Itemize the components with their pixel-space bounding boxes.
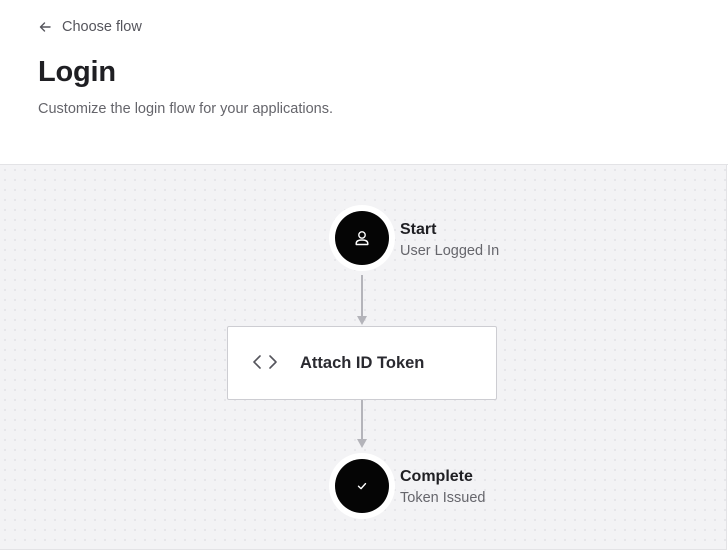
connector-start-to-action [361,275,363,317]
start-node[interactable] [329,205,395,271]
complete-node-circle[interactable] [335,459,389,513]
page-title: Login [38,56,116,88]
complete-node[interactable] [329,453,395,519]
complete-node-subtitle: Token Issued [400,490,486,506]
action-card-attach-id-token[interactable]: Attach ID Token [227,326,497,400]
action-card-label: Attach ID Token [300,354,425,372]
check-icon [357,482,367,490]
connector-action-to-complete [361,399,363,440]
connector-arrowhead [357,316,367,325]
page-subtitle: Customize the login flow for your applic… [38,101,333,117]
choose-flow-back-link[interactable]: Choose flow [38,17,142,37]
code-icon [253,355,277,369]
complete-node-title: Complete [400,468,473,485]
page-header: Choose flow Login Customize the login fl… [0,0,728,165]
start-node-subtitle: User Logged In [400,243,500,259]
arrow-left-icon [39,22,51,32]
start-node-circle[interactable] [335,211,389,265]
user-icon [355,231,369,246]
connector-arrowhead [357,439,367,448]
back-link-label: Choose flow [62,19,142,35]
start-node-title: Start [400,221,437,238]
